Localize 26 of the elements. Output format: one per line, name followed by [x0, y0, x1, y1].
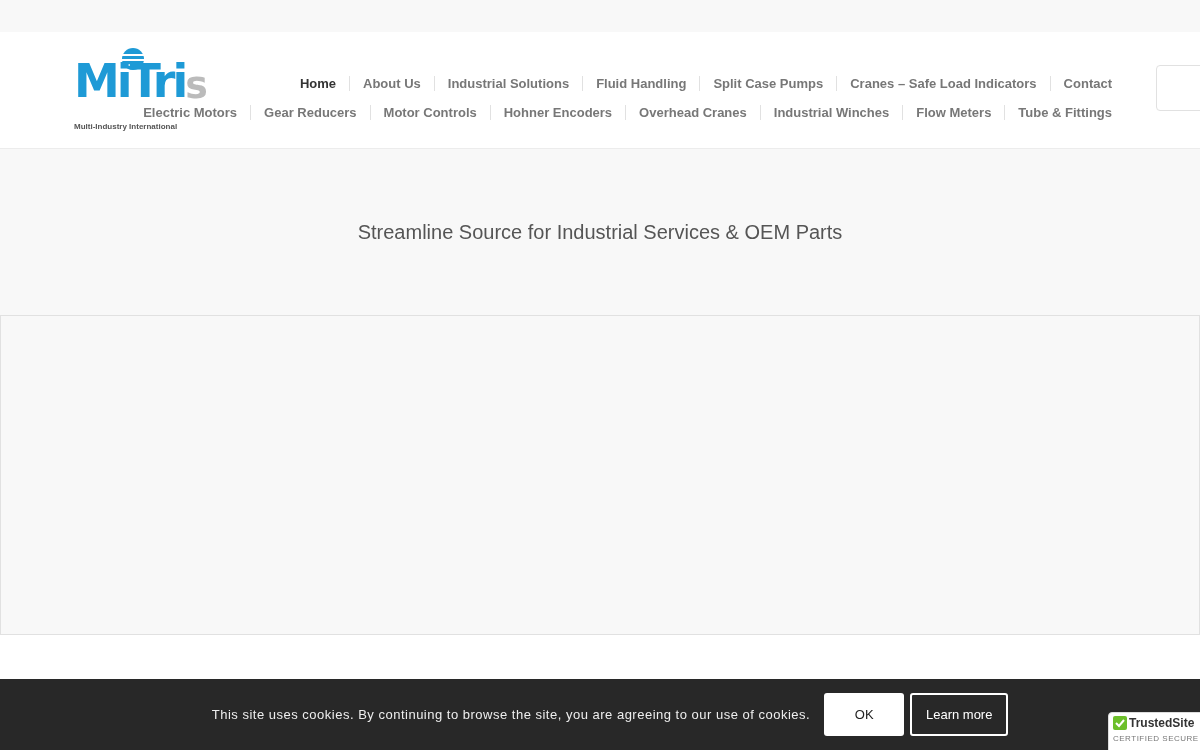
- nav-link[interactable]: Industrial Solutions: [447, 74, 570, 94]
- badge-caption: CERTIFIED SECURE: [1113, 733, 1197, 745]
- trust-badge[interactable]: TrustedSite CERTIFIED SECURE: [1108, 712, 1200, 750]
- nav-link[interactable]: Flow Meters: [916, 102, 992, 122]
- nav-link[interactable]: Overhead Cranes: [639, 102, 747, 122]
- nav-link[interactable]: About Us: [363, 74, 421, 94]
- search-field[interactable]: [1156, 65, 1200, 111]
- learn-more-button[interactable]: Learn more: [910, 693, 1009, 736]
- nav-link[interactable]: Split Case Pumps: [713, 74, 824, 94]
- nav-link[interactable]: Gear Reducers: [264, 102, 357, 122]
- nav-link[interactable]: Motor Controls: [383, 102, 477, 122]
- nav-link[interactable]: Fluid Handling: [596, 74, 687, 94]
- hero-title: Streamline Source for Industrial Services & OEM Parts: [357, 220, 843, 245]
- cookie-message: This site uses cookies. By continuing to browse the site, you are agreeing to our use of cookies.: [211, 705, 811, 724]
- check-icon: [1113, 716, 1127, 730]
- nav-link[interactable]: Industrial Winches: [773, 102, 890, 122]
- nav-link[interactable]: Tube & Fittings: [1018, 102, 1112, 122]
- nav-link[interactable]: Hohner Encoders: [503, 102, 613, 122]
- nav-link[interactable]: Electric Motors: [143, 102, 238, 122]
- ok-button[interactable]: OK: [824, 693, 905, 736]
- badge-name: TrustedSite: [1129, 717, 1195, 729]
- nav-link[interactable]: Contact: [1063, 74, 1112, 94]
- nav-link[interactable]: Home: [299, 74, 336, 94]
- logo-tagline: Multi-Industry International: [74, 121, 178, 133]
- logo[interactable]: MiTris: [74, 58, 205, 104]
- nav-link[interactable]: Cranes – Safe Load Indicators: [850, 74, 1037, 94]
